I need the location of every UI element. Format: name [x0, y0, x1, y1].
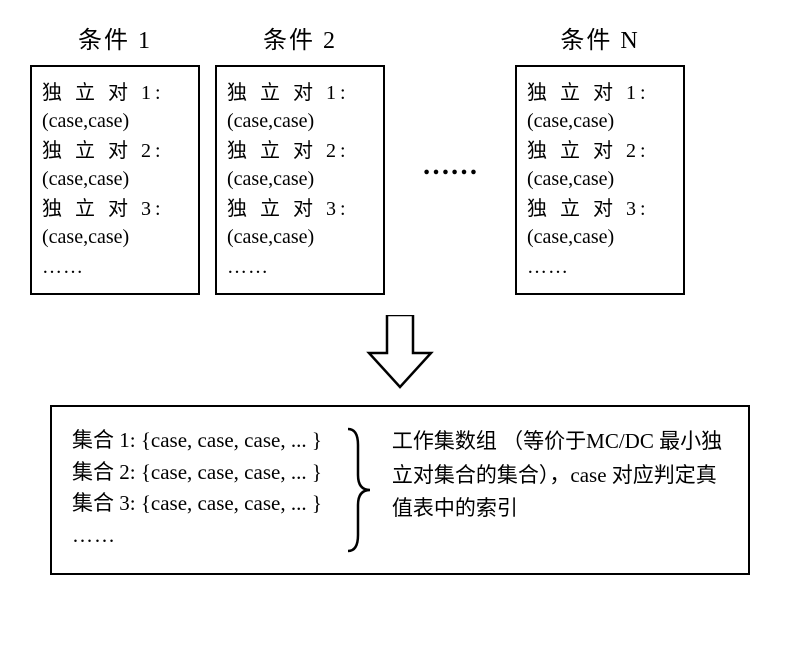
condition-header-2: 条件 2: [263, 20, 337, 50]
pair-value: (case,case): [527, 107, 673, 135]
result-box: 集合 1: {case, case, case, ... } 集合 2: {ca…: [50, 405, 750, 575]
ellipsis-text: ……: [527, 253, 673, 281]
pair-value: (case,case): [42, 107, 188, 135]
pair-value: (case,case): [227, 223, 373, 251]
ellipsis-text: ……: [42, 253, 188, 281]
horizontal-ellipsis: ……: [400, 20, 500, 182]
sets-column: 集合 1: {case, case, case, ... } 集合 2: {ca…: [72, 425, 322, 551]
ellipsis-text: ……: [72, 520, 322, 552]
curly-brace-icon: [342, 425, 372, 555]
pair-label: 独 立 对 3:: [42, 195, 188, 223]
pair-label: 独 立 对 2:: [42, 137, 188, 165]
condition-box-2: 独 立 对 1: (case,case) 独 立 对 2: (case,case…: [215, 65, 385, 295]
pair-label: 独 立 对 3:: [227, 195, 373, 223]
conditions-row: 条件 1 独 立 对 1: (case,case) 独 立 对 2: (case…: [30, 20, 770, 295]
condition-box-n: 独 立 对 1: (case,case) 独 立 对 2: (case,case…: [515, 65, 685, 295]
pair-entry: 独 立 对 1: (case,case): [527, 79, 673, 135]
pair-entry: 独 立 对 3: (case,case): [42, 195, 188, 251]
pair-entry: 独 立 对 3: (case,case): [527, 195, 673, 251]
pair-entry: 独 立 对 1: (case,case): [227, 79, 373, 135]
condition-header-1: 条件 1: [78, 20, 152, 50]
pair-value: (case,case): [42, 165, 188, 193]
pair-label: 独 立 对 2:: [227, 137, 373, 165]
condition-group-2: 条件 2 独 立 对 1: (case,case) 独 立 对 2: (case…: [215, 20, 385, 295]
condition-group-n: 条件 N 独 立 对 1: (case,case) 独 立 对 2: (case…: [515, 20, 685, 295]
pair-value: (case,case): [527, 165, 673, 193]
condition-group-1: 条件 1 独 立 对 1: (case,case) 独 立 对 2: (case…: [30, 20, 200, 295]
pair-value: (case,case): [227, 165, 373, 193]
pair-entry: 独 立 对 1: (case,case): [42, 79, 188, 135]
down-arrow-icon: [365, 315, 435, 390]
pair-label: 独 立 对 1:: [227, 79, 373, 107]
set-entry: 集合 3: {case, case, case, ... }: [72, 488, 322, 520]
pair-label: 独 立 对 3:: [527, 195, 673, 223]
pair-label: 独 立 对 2:: [527, 137, 673, 165]
pair-label: 独 立 对 1:: [42, 79, 188, 107]
pair-value: (case,case): [227, 107, 373, 135]
pair-entry: 独 立 对 3: (case,case): [227, 195, 373, 251]
pair-value: (case,case): [527, 223, 673, 251]
pair-entry: 独 立 对 2: (case,case): [42, 137, 188, 193]
condition-header-n: 条件 N: [560, 20, 639, 50]
pair-entry: 独 立 对 2: (case,case): [527, 137, 673, 193]
set-entry: 集合 1: {case, case, case, ... }: [72, 425, 322, 457]
set-entry: 集合 2: {case, case, case, ... }: [72, 457, 322, 489]
description-text: 工作集数组 （等价于MC/DC 最小独立对集合的集合），case 对应判定真值表…: [392, 425, 728, 526]
pair-entry: 独 立 对 2: (case,case): [227, 137, 373, 193]
condition-box-1: 独 立 对 1: (case,case) 独 立 对 2: (case,case…: [30, 65, 200, 295]
arrow-container: [30, 315, 770, 390]
pair-label: 独 立 对 1:: [527, 79, 673, 107]
ellipsis-text: ……: [227, 253, 373, 281]
pair-value: (case,case): [42, 223, 188, 251]
